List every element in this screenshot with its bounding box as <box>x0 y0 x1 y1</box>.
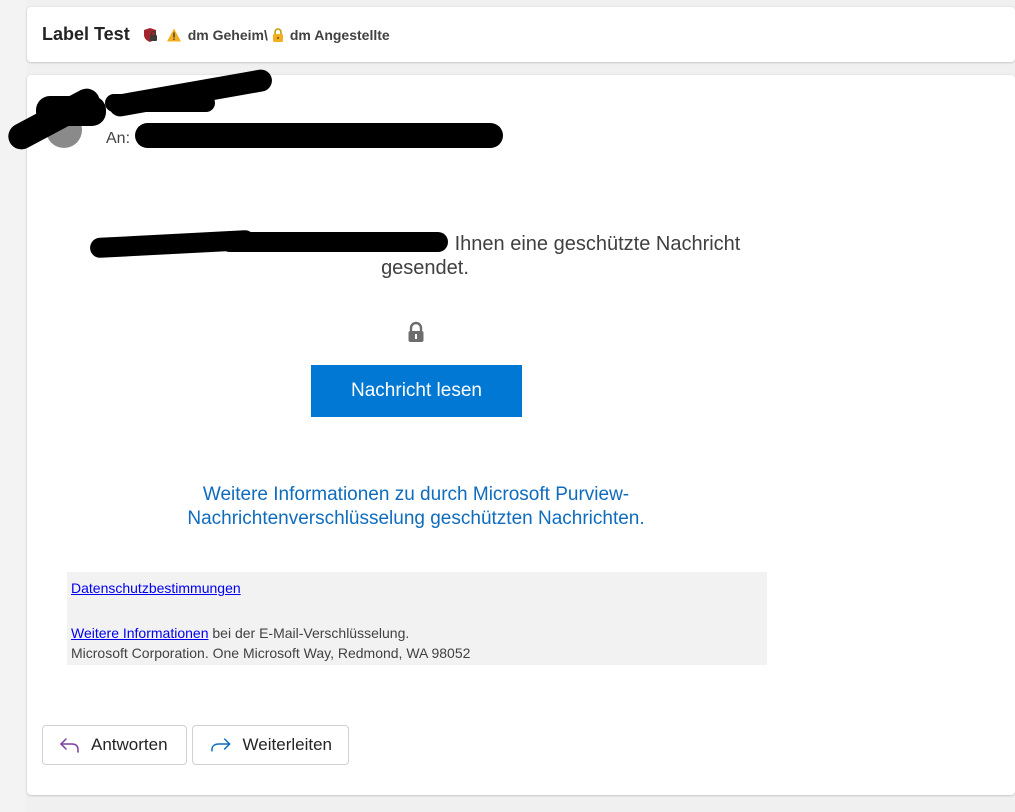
reply-icon <box>60 738 79 753</box>
more-info-suffix: bei der E-Mail-Verschlüsselung. <box>208 625 410 641</box>
subject-header: Label Test dm Geheim\ dm Angestellte <box>27 7 1015 62</box>
company-address: Microsoft Corporation. One Microsoft Way… <box>71 645 471 661</box>
message-card <box>27 75 1015 795</box>
read-message-button[interactable]: Nachricht lesen <box>311 365 522 417</box>
subject-title: Label Test <box>42 24 130 44</box>
recipient-row: An: <box>106 130 130 148</box>
lock-icon <box>270 27 286 43</box>
encryption-footer: Datenschutzbestimmungen Weitere Informat… <box>67 572 767 665</box>
redaction-mark <box>135 123 503 148</box>
email-reading-pane: Label Test dm Geheim\ dm Angestellte An:… <box>0 0 1015 812</box>
redaction-mark <box>220 232 448 252</box>
shield-lock-icon <box>142 27 158 43</box>
more-info-link[interactable]: Weitere Informationen <box>71 625 208 641</box>
sensitivity-label-part1: dm Geheim\ <box>187 26 268 43</box>
reply-label: Antworten <box>91 735 168 754</box>
forward-icon <box>211 738 231 752</box>
purview-info-link[interactable]: Weitere Informationen zu durch Microsoft… <box>150 483 682 531</box>
redaction-mark <box>36 96 106 126</box>
forward-button[interactable]: Weiterleiten <box>192 725 349 765</box>
redaction-mark <box>105 94 215 112</box>
top-strip <box>0 0 1015 6</box>
forward-label: Weiterleiten <box>242 735 332 754</box>
reply-button[interactable]: Antworten <box>42 725 187 765</box>
recipient-prefix: An: <box>106 130 131 147</box>
privacy-link[interactable]: Datenschutzbestimmungen <box>71 578 763 598</box>
more-info-line: Weitere Informationen bei der E-Mail-Ver… <box>71 623 763 643</box>
lock-icon <box>406 321 426 343</box>
sensitivity-label-part2: dm Angestellte <box>289 26 390 43</box>
warning-icon <box>166 27 182 43</box>
